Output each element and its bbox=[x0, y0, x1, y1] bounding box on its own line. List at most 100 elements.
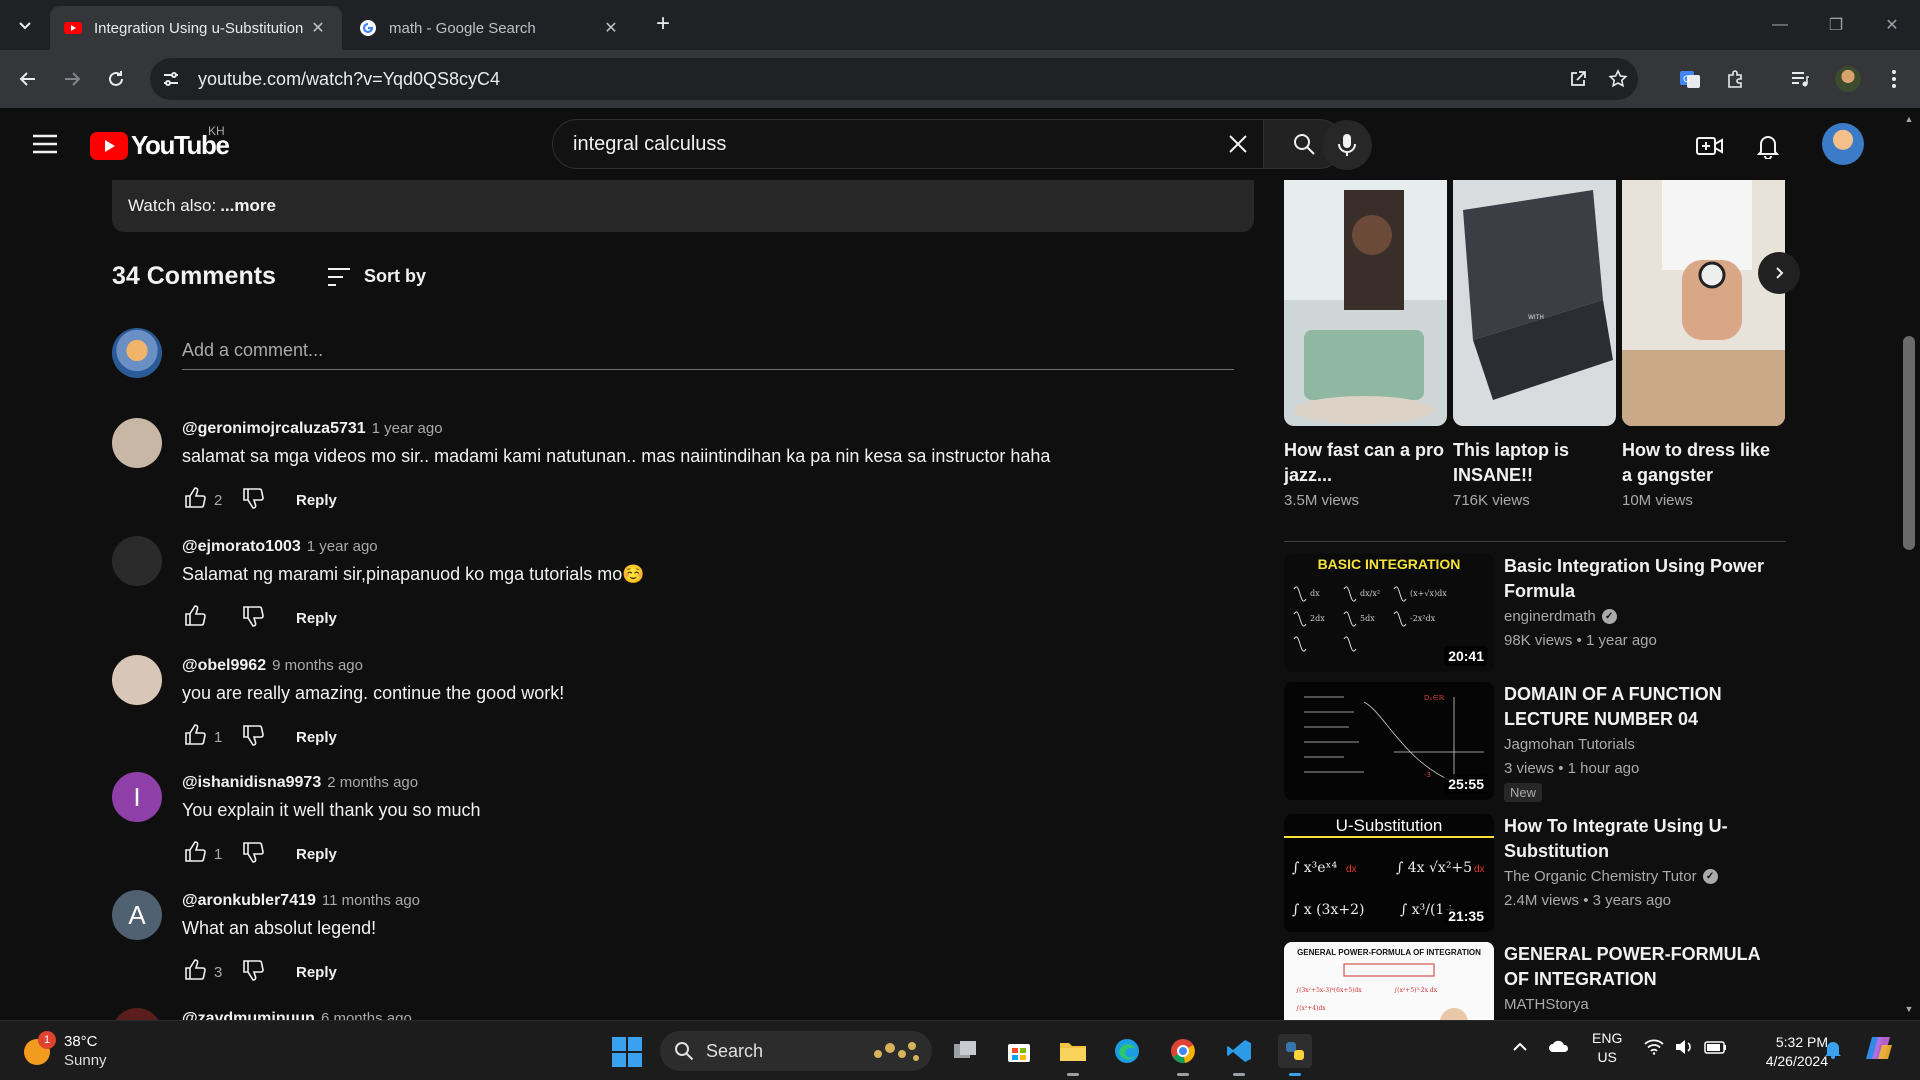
url-text[interactable]: youtube.com/watch?v=Yqd0QS8cyC4 bbox=[198, 69, 1558, 90]
short-item[interactable]: How to dress like a gangster 10M views bbox=[1622, 180, 1785, 509]
reply-button[interactable]: Reply bbox=[296, 846, 337, 863]
like-button[interactable] bbox=[182, 723, 208, 750]
short-title[interactable]: How fast can a pro jazz... bbox=[1284, 438, 1447, 488]
python-app-icon[interactable] bbox=[1278, 1034, 1312, 1076]
page-scrollbar-track[interactable] bbox=[1898, 108, 1920, 1020]
scroll-up-arrow-icon[interactable]: ▲ bbox=[1903, 114, 1915, 124]
clear-search-icon[interactable] bbox=[1213, 119, 1263, 169]
channel-name[interactable]: Jagmohan Tutorials bbox=[1504, 736, 1635, 753]
comment-author[interactable]: @ejmorato1003 bbox=[182, 538, 301, 555]
video-title[interactable]: Basic Integration Using Power Formula bbox=[1504, 554, 1780, 604]
comment-time[interactable]: 1 year ago bbox=[372, 420, 443, 437]
account-avatar[interactable] bbox=[1822, 123, 1864, 165]
comment-time[interactable]: 6 months ago bbox=[321, 1010, 412, 1020]
description-more-link[interactable]: ...more bbox=[220, 196, 276, 215]
dislike-button[interactable] bbox=[240, 605, 266, 631]
video-thumbnail[interactable]: dx 2dx dx/x² 5dx (x+√x)dx -2x²dx BASIC INTEGR… bbox=[1284, 554, 1494, 672]
channel-name[interactable]: MATHStorya bbox=[1504, 996, 1589, 1013]
related-video-item[interactable]: ∫ x³eˣ⁴ ∫ 4x √x²+5 ∫ x (3x+2) ∫ x³/(1+ dx dx … bbox=[1284, 814, 1786, 934]
video-thumbnail[interactable]: ∫(3x²+5x-3)⁴(6x+5)dx ∫(x²+5)³·2x dx ∫(x²+4… bbox=[1284, 942, 1494, 1020]
add-comment-input[interactable]: Add a comment... bbox=[182, 340, 1234, 370]
description-box[interactable]: Watch also: ...more bbox=[112, 180, 1254, 232]
dislike-button[interactable] bbox=[240, 724, 266, 750]
comment-time[interactable]: 11 months ago bbox=[322, 892, 420, 909]
sort-comments-button[interactable]: Sort by bbox=[326, 266, 426, 288]
media-controls-icon[interactable] bbox=[1784, 63, 1816, 95]
vscode-icon[interactable] bbox=[1222, 1034, 1256, 1076]
volume-icon[interactable] bbox=[1674, 1039, 1694, 1058]
short-thumbnail[interactable]: WITH bbox=[1453, 180, 1616, 426]
comment-avatar[interactable] bbox=[112, 418, 162, 468]
create-video-icon[interactable] bbox=[1690, 126, 1730, 166]
shorts-next-button[interactable] bbox=[1758, 252, 1800, 294]
bookmark-star-icon[interactable] bbox=[1598, 59, 1638, 99]
dislike-button[interactable] bbox=[240, 841, 266, 867]
comment-avatar[interactable] bbox=[112, 655, 162, 705]
notification-bell-icon[interactable] bbox=[1824, 1039, 1842, 1062]
comment-author[interactable]: @aronkubler7419 bbox=[182, 892, 316, 909]
show-hidden-icons[interactable] bbox=[1512, 1039, 1528, 1055]
profile-avatar[interactable] bbox=[1832, 63, 1864, 95]
wifi-icon[interactable] bbox=[1644, 1039, 1664, 1058]
video-title[interactable]: DOMAIN OF A FUNCTION LECTURE NUMBER 04 bbox=[1504, 682, 1780, 732]
microsoft-store-icon[interactable] bbox=[1002, 1034, 1036, 1068]
system-clock[interactable]: 5:32 PM 4/26/2024 bbox=[1752, 1033, 1828, 1071]
comment-avatar[interactable] bbox=[112, 1008, 162, 1020]
browser-menu-icon[interactable] bbox=[1878, 63, 1910, 95]
comment-time[interactable]: 2 months ago bbox=[327, 774, 418, 791]
copilot-icon[interactable] bbox=[1864, 1035, 1894, 1064]
short-thumbnail[interactable] bbox=[1284, 180, 1447, 426]
reply-button[interactable]: Reply bbox=[296, 964, 337, 981]
video-channel[interactable]: enginerdmath ✓ bbox=[1504, 608, 1617, 625]
notifications-bell-icon[interactable] bbox=[1748, 126, 1788, 166]
voice-search-button[interactable] bbox=[1322, 120, 1372, 170]
video-channel[interactable]: MATHStorya bbox=[1504, 996, 1589, 1013]
reply-button[interactable]: Reply bbox=[296, 492, 337, 509]
video-channel[interactable]: The Organic Chemistry Tutor ✓ bbox=[1504, 868, 1718, 885]
comment-author[interactable]: @zaydmuminuun bbox=[182, 1010, 315, 1020]
short-item[interactable]: How fast can a pro jazz... 3.5M views bbox=[1284, 180, 1447, 509]
back-button[interactable] bbox=[12, 63, 44, 95]
video-thumbnail[interactable]: Dₓ∈ℝ -3 25:55 bbox=[1284, 682, 1494, 800]
file-explorer-icon[interactable] bbox=[1056, 1034, 1090, 1076]
battery-icon[interactable] bbox=[1704, 1039, 1728, 1058]
close-tab-icon[interactable]: ✕ bbox=[601, 18, 621, 38]
video-thumbnail[interactable]: ∫ x³eˣ⁴ ∫ 4x √x²+5 ∫ x (3x+2) ∫ x³/(1+ dx dx … bbox=[1284, 814, 1494, 932]
restore-window-icon[interactable]: ❐ bbox=[1808, 0, 1864, 50]
short-thumbnail[interactable] bbox=[1622, 180, 1785, 426]
dislike-button[interactable] bbox=[240, 959, 266, 985]
input-language[interactable]: ENG US bbox=[1592, 1029, 1622, 1067]
tab-google-search[interactable]: math - Google Search ✕ bbox=[345, 6, 635, 50]
chrome-browser-icon[interactable] bbox=[1166, 1034, 1200, 1076]
related-video-item[interactable]: Dₓ∈ℝ -3 25:55 DOMAIN OF A FUNCTION LECTUR… bbox=[1284, 682, 1786, 802]
tab-youtube-video[interactable]: Integration Using u-Substitution ✕ bbox=[50, 6, 342, 50]
minimize-window-icon[interactable]: — bbox=[1752, 0, 1808, 50]
site-info-icon[interactable] bbox=[154, 62, 188, 96]
task-view-icon[interactable] bbox=[948, 1034, 982, 1068]
scroll-down-arrow-icon[interactable]: ▼ bbox=[1903, 1004, 1915, 1014]
onedrive-cloud-icon[interactable] bbox=[1548, 1039, 1570, 1056]
open-in-app-icon[interactable] bbox=[1558, 59, 1598, 99]
related-video-item[interactable]: dx 2dx dx/x² 5dx (x+√x)dx -2x²dx BASIC INTEGR… bbox=[1284, 554, 1786, 674]
video-title[interactable]: How To Integrate Using U-Substitution bbox=[1504, 814, 1780, 864]
google-translate-icon[interactable]: G bbox=[1674, 63, 1706, 95]
related-video-item[interactable]: ∫(3x²+5x-3)⁴(6x+5)dx ∫(x²+5)³·2x dx ∫(x²+4… bbox=[1284, 942, 1786, 1020]
reply-button[interactable]: Reply bbox=[296, 729, 337, 746]
guide-menu-icon[interactable] bbox=[30, 132, 60, 156]
comment-time[interactable]: 9 months ago bbox=[272, 657, 363, 674]
comment-author[interactable]: @geronimojrcaluza5731 bbox=[182, 420, 366, 437]
like-button[interactable] bbox=[182, 958, 208, 985]
channel-name[interactable]: enginerdmath bbox=[1504, 608, 1596, 625]
close-window-icon[interactable]: ✕ bbox=[1864, 0, 1920, 50]
video-title[interactable]: GENERAL POWER-FORMULA OF INTEGRATION bbox=[1504, 942, 1780, 992]
comment-author[interactable]: @obel9962 bbox=[182, 657, 266, 674]
reload-button[interactable] bbox=[100, 63, 132, 95]
edge-browser-icon[interactable] bbox=[1110, 1034, 1144, 1068]
comment-time[interactable]: 1 year ago bbox=[307, 538, 378, 555]
forward-button[interactable] bbox=[56, 63, 88, 95]
reply-button[interactable]: Reply bbox=[296, 610, 337, 627]
comment-author[interactable]: @ishanidisna9973 bbox=[182, 774, 321, 791]
like-button[interactable] bbox=[182, 840, 208, 867]
close-tab-icon[interactable]: ✕ bbox=[308, 18, 328, 38]
short-title[interactable]: How to dress like a gangster bbox=[1622, 438, 1785, 488]
